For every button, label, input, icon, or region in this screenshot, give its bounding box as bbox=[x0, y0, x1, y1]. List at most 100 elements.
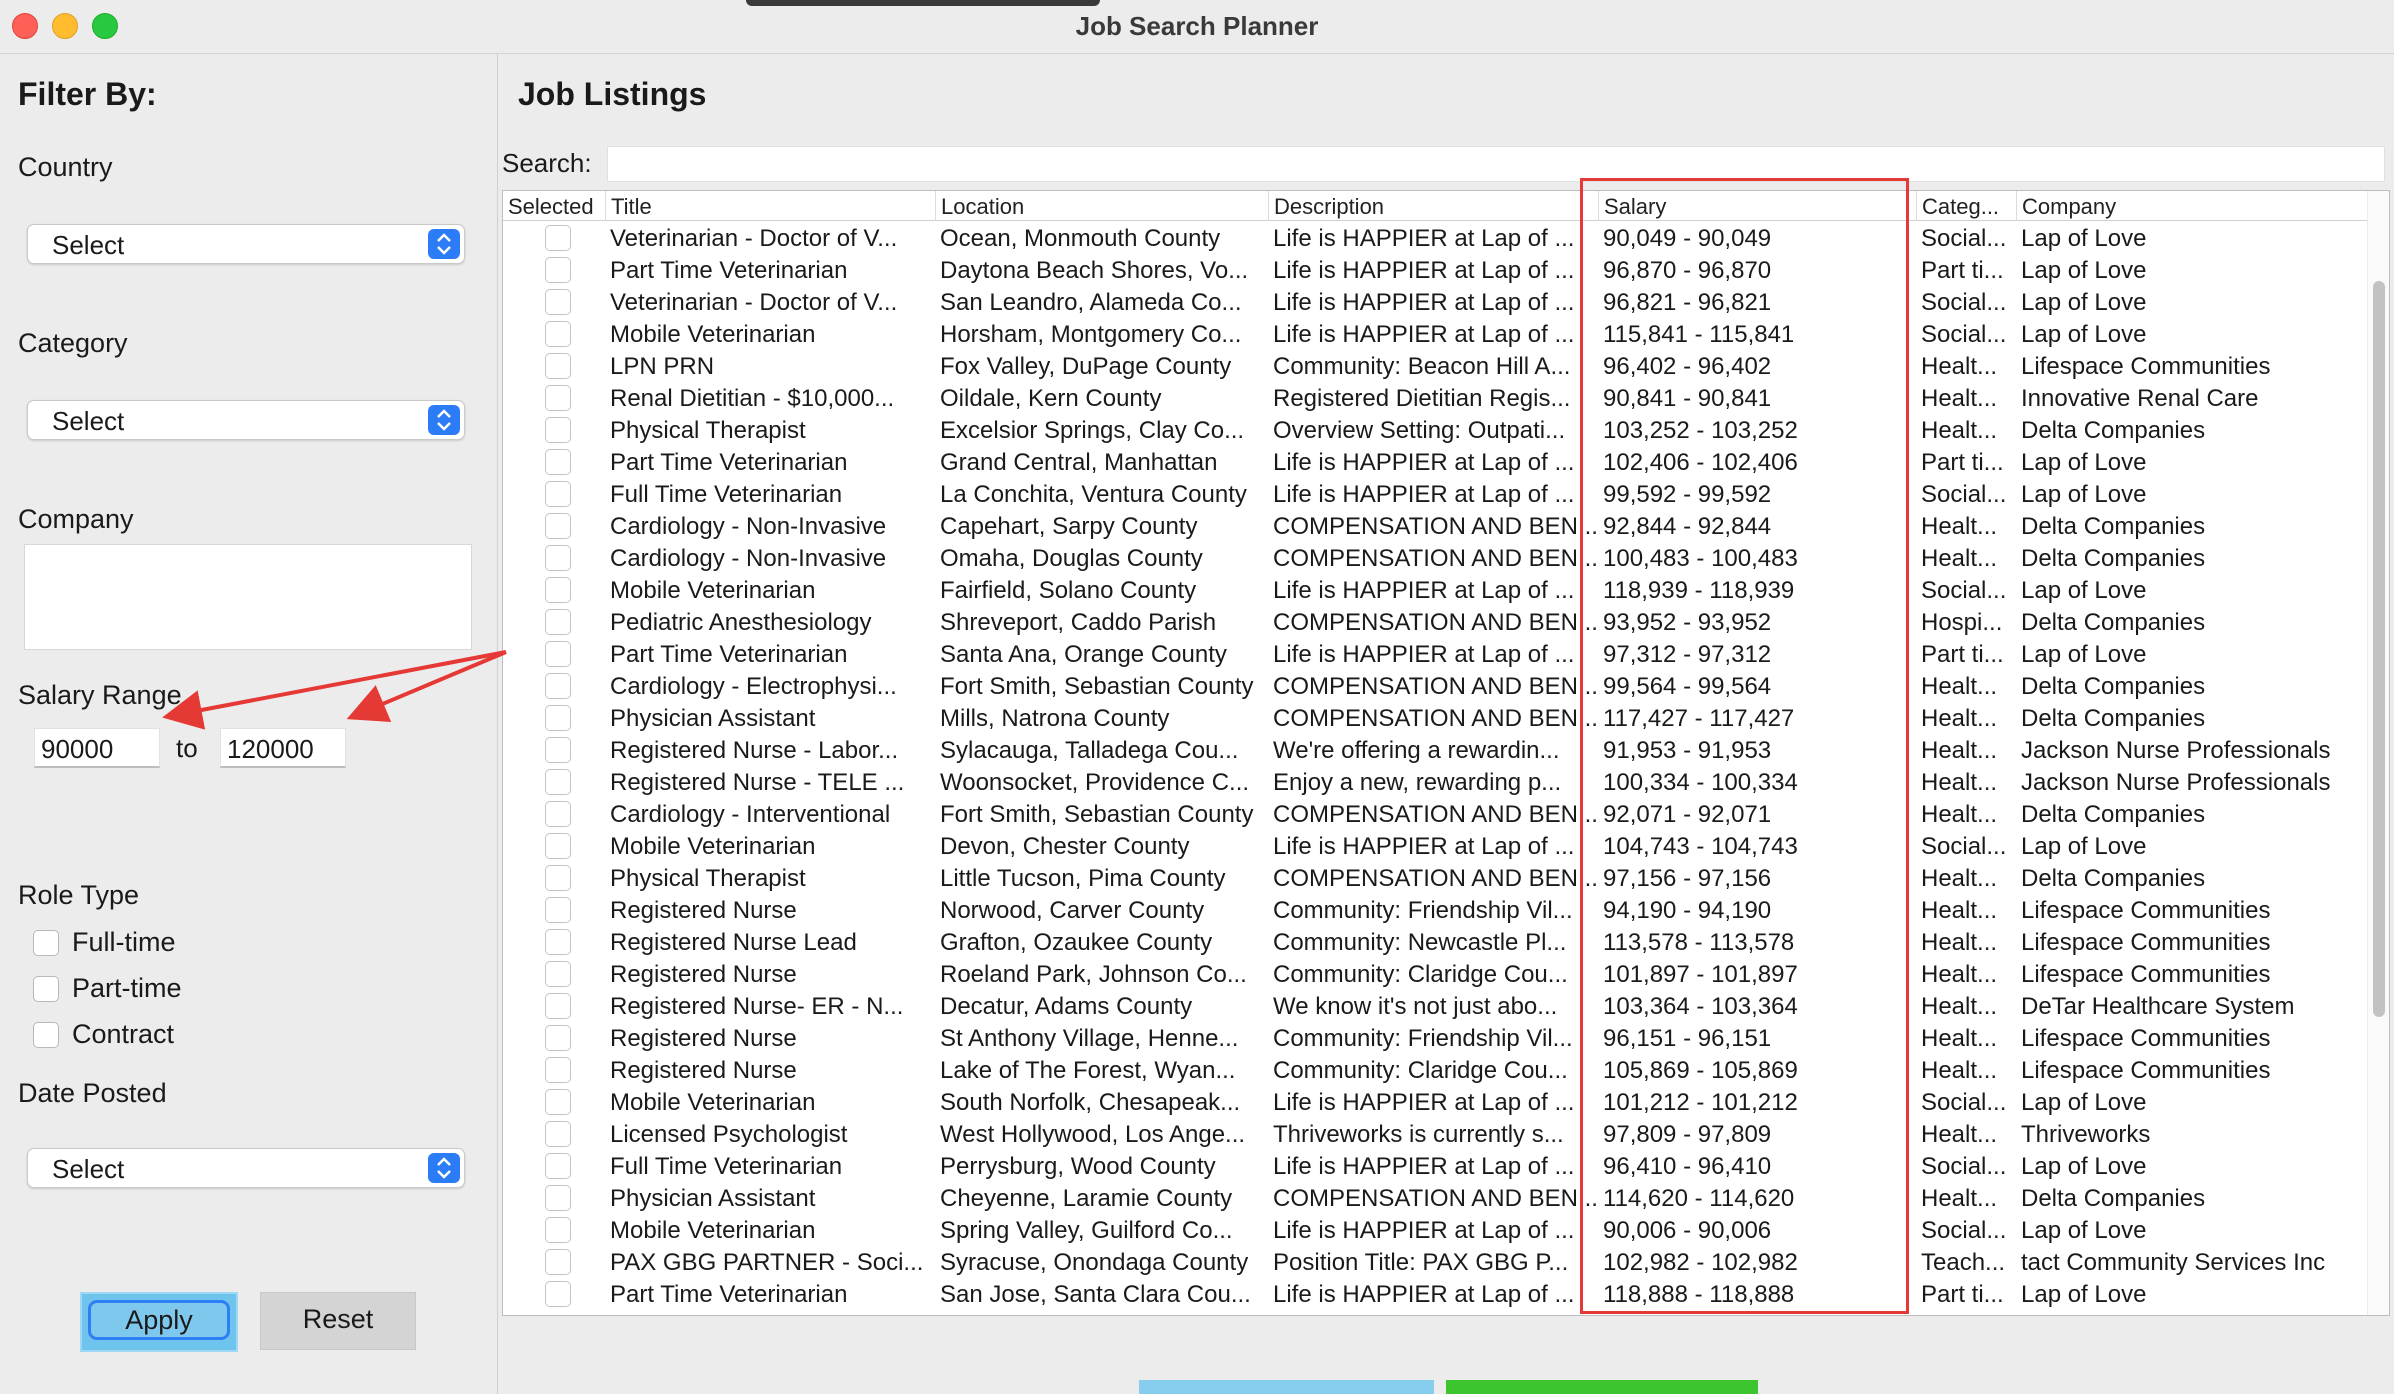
row-select-checkbox[interactable] bbox=[545, 577, 571, 603]
table-scrollbar[interactable] bbox=[2367, 191, 2389, 1315]
table-row[interactable]: Mobile Veterinarian Devon, Chester County… bbox=[503, 830, 2369, 862]
row-select-checkbox[interactable] bbox=[545, 1121, 571, 1147]
date-posted-select[interactable]: Select bbox=[27, 1148, 465, 1188]
cell-salary: 115,841 - 115,841 bbox=[1603, 321, 1795, 348]
table-row[interactable]: Mobile Veterinarian South Norfolk, Chesap… bbox=[503, 1086, 2369, 1118]
row-select-checkbox[interactable] bbox=[545, 1249, 571, 1275]
apply-button[interactable]: Apply bbox=[80, 1292, 238, 1352]
cell-title: Registered Nurse- ER - N... bbox=[610, 993, 904, 1020]
table-row[interactable]: Registered Nurse- ER - N... Decatur, Adam… bbox=[503, 990, 2369, 1022]
table-row[interactable]: Cardiology - Non-Invasive Omaha, Douglas … bbox=[503, 542, 2369, 574]
table-row[interactable]: Registered Nurse Norwood, Carver County Co… bbox=[503, 894, 2369, 926]
row-select-checkbox[interactable] bbox=[545, 737, 571, 763]
row-select-checkbox[interactable] bbox=[545, 545, 571, 571]
row-select-checkbox[interactable] bbox=[545, 225, 571, 251]
table-row[interactable]: Mobile Veterinarian Horsham, Montgomery C… bbox=[503, 318, 2369, 350]
row-select-checkbox[interactable] bbox=[545, 321, 571, 347]
table-row[interactable]: Physician Assistant Cheyenne, Laramie Cou… bbox=[503, 1182, 2369, 1214]
table-row[interactable]: Licensed Psychologist West Hollywood, Los… bbox=[503, 1118, 2369, 1150]
add-to-saved-jobs-button[interactable]: Add to Saved Jobs bbox=[1446, 1380, 1758, 1394]
row-select-checkbox[interactable] bbox=[545, 1153, 571, 1179]
row-select-checkbox[interactable] bbox=[545, 257, 571, 283]
row-select-checkbox[interactable] bbox=[545, 705, 571, 731]
row-select-checkbox[interactable] bbox=[545, 897, 571, 923]
row-select-checkbox[interactable] bbox=[545, 1089, 571, 1115]
row-select-checkbox[interactable] bbox=[545, 961, 571, 987]
row-select-checkbox[interactable] bbox=[545, 801, 571, 827]
table-row[interactable]: Full Time Veterinarian Perrysburg, Wood C… bbox=[503, 1150, 2369, 1182]
table-row[interactable]: Cardiology - Electrophysi... Fort Smith, … bbox=[503, 670, 2369, 702]
table-row[interactable]: Part Time Veterinarian Santa Ana, Orange … bbox=[503, 638, 2369, 670]
row-select-checkbox[interactable] bbox=[545, 353, 571, 379]
table-row[interactable]: Renal Dietitian - $10,000... Oildale, Ker… bbox=[503, 382, 2369, 414]
table-row[interactable]: Part Time Veterinarian Grand Central, Man… bbox=[503, 446, 2369, 478]
table-row[interactable]: Pediatric Anesthesiology Shreveport, Cadd… bbox=[503, 606, 2369, 638]
row-select-checkbox[interactable] bbox=[545, 417, 571, 443]
table-row[interactable]: Registered Nurse Roeland Park, Johnson Co… bbox=[503, 958, 2369, 990]
table-row[interactable]: Registered Nurse - Labor... Sylacauga, Ta… bbox=[503, 734, 2369, 766]
row-select-checkbox[interactable] bbox=[545, 1217, 571, 1243]
row-select-checkbox[interactable] bbox=[545, 1185, 571, 1211]
row-select-checkbox[interactable] bbox=[545, 481, 571, 507]
category-select[interactable]: Select bbox=[27, 400, 465, 440]
cell-title: Registered Nurse bbox=[610, 961, 797, 988]
row-select-checkbox[interactable] bbox=[545, 513, 571, 539]
table-row[interactable]: Registered Nurse - TELE ... Woonsocket, P… bbox=[503, 766, 2369, 798]
row-select-checkbox[interactable] bbox=[545, 289, 571, 315]
column-header-description[interactable]: Description bbox=[1269, 191, 1599, 221]
row-select-checkbox[interactable] bbox=[545, 385, 571, 411]
column-header-salary[interactable]: Salary bbox=[1599, 191, 1917, 221]
company-textarea[interactable] bbox=[24, 544, 472, 650]
table-row[interactable]: Registered Nurse St Anthony Village, Henn… bbox=[503, 1022, 2369, 1054]
table-row[interactable]: Physician Assistant Mills, Natrona County… bbox=[503, 702, 2369, 734]
part-time-checkbox[interactable] bbox=[33, 976, 59, 1002]
table-row[interactable]: Cardiology - Non-Invasive Capehart, Sarpy… bbox=[503, 510, 2369, 542]
row-select-checkbox[interactable] bbox=[545, 449, 571, 475]
cell-company: Delta Companies bbox=[2021, 1185, 2206, 1212]
column-header-category[interactable]: Categ... bbox=[1917, 191, 2017, 221]
search-input[interactable] bbox=[607, 146, 2385, 182]
cell-location: West Hollywood, Los Ange... bbox=[940, 1121, 1246, 1148]
table-row[interactable]: Registered Nurse Lake of The Forest, Wyan… bbox=[503, 1054, 2369, 1086]
country-select[interactable]: Select bbox=[27, 224, 465, 264]
row-select-checkbox[interactable] bbox=[545, 1281, 571, 1307]
cell-description: Community: Friendship Vil... bbox=[1273, 897, 1573, 924]
row-select-checkbox[interactable] bbox=[545, 769, 571, 795]
full-time-checkbox[interactable] bbox=[33, 930, 59, 956]
row-select-checkbox[interactable] bbox=[545, 833, 571, 859]
row-select-checkbox[interactable] bbox=[545, 641, 571, 667]
row-select-checkbox[interactable] bbox=[545, 1025, 571, 1051]
column-header-location[interactable]: Location bbox=[936, 191, 1269, 221]
table-row[interactable]: Physical Therapist Excelsior Springs, Cla… bbox=[503, 414, 2369, 446]
salary-min-input[interactable]: 90000 bbox=[34, 728, 160, 768]
table-row[interactable]: Veterinarian - Doctor of V... Ocean, Monm… bbox=[503, 222, 2369, 254]
table-row[interactable]: Mobile Veterinarian Fairfield, Solano Cou… bbox=[503, 574, 2369, 606]
row-select-checkbox[interactable] bbox=[545, 929, 571, 955]
scrollbar-thumb[interactable] bbox=[2373, 281, 2385, 1017]
table-row[interactable]: LPN PRN Fox Valley, DuPage County Communit… bbox=[503, 350, 2369, 382]
cell-company: Lap of Love bbox=[2021, 321, 2147, 348]
row-select-checkbox[interactable] bbox=[545, 673, 571, 699]
reset-button[interactable]: Reset bbox=[260, 1292, 416, 1350]
row-select-checkbox[interactable] bbox=[545, 993, 571, 1019]
table-row[interactable]: Cardiology - Interventional Fort Smith, S… bbox=[503, 798, 2369, 830]
column-header-title[interactable]: Title bbox=[606, 191, 936, 221]
table-row[interactable]: Physical Therapist Little Tucson, Pima Co… bbox=[503, 862, 2369, 894]
show-saved-jobs-button[interactable]: Show Saved Jobs bbox=[1139, 1380, 1434, 1394]
cell-company: Lap of Love bbox=[2021, 1153, 2147, 1180]
column-header-company[interactable]: Company bbox=[2017, 191, 2369, 221]
row-select-checkbox[interactable] bbox=[545, 1057, 571, 1083]
row-select-checkbox[interactable] bbox=[545, 609, 571, 635]
cell-location: San Leandro, Alameda Co... bbox=[940, 289, 1242, 316]
table-row[interactable]: Part Time Veterinarian San Jose, Santa Cl… bbox=[503, 1278, 2369, 1310]
contract-checkbox[interactable] bbox=[33, 1022, 59, 1048]
table-row[interactable]: Registered Nurse Lead Grafton, Ozaukee Co… bbox=[503, 926, 2369, 958]
row-select-checkbox[interactable] bbox=[545, 865, 571, 891]
table-row[interactable]: Veterinarian - Doctor of V... San Leandro… bbox=[503, 286, 2369, 318]
table-row[interactable]: PAX GBG PARTNER - Soci... Syracuse, Onond… bbox=[503, 1246, 2369, 1278]
column-header-selected[interactable]: Selected bbox=[503, 191, 606, 221]
table-row[interactable]: Mobile Veterinarian Spring Valley, Guilfo… bbox=[503, 1214, 2369, 1246]
table-row[interactable]: Full Time Veterinarian La Conchita, Ventu… bbox=[503, 478, 2369, 510]
salary-max-input[interactable]: 120000 bbox=[220, 728, 346, 768]
table-row[interactable]: Part Time Veterinarian Daytona Beach Shor… bbox=[503, 254, 2369, 286]
